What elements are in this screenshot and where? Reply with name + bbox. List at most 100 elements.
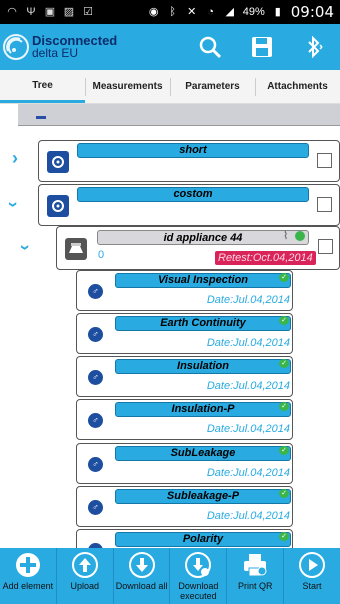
image-icon: ▨ — [63, 6, 75, 18]
app-logo-icon — [3, 34, 29, 60]
retest-date: Retest:Oct.04,2014 — [215, 251, 316, 265]
mute-icon: ✕ — [187, 6, 197, 18]
node-checkbox[interactable] — [317, 153, 332, 168]
tab-measurements[interactable]: Measurements — [85, 70, 170, 103]
wifi-icon: ◠ — [7, 6, 17, 18]
pass-icon: ✓ — [279, 316, 289, 325]
test-item[interactable]: ♂ SubLeakage ✓ Date:Jul.04,2014 — [76, 443, 293, 484]
tree-view[interactable]: › short › costom › id appliance 44 ⌇ 0 R… — [0, 104, 340, 548]
paperclip-icon: ⌇ — [283, 230, 289, 242]
appliance-icon — [65, 238, 87, 260]
test-name: Polarity — [115, 532, 291, 547]
test-item[interactable]: ♂ Insulation ✓ Date:Jul.04,2014 — [76, 356, 293, 397]
test-name: SubLeakage — [115, 446, 291, 461]
play-icon — [299, 552, 326, 578]
test-type-icon: ♂ — [88, 457, 103, 472]
pass-icon: ✓ — [279, 402, 289, 411]
parent-node-strip[interactable] — [18, 104, 340, 126]
download-executed-icon — [185, 552, 212, 578]
bottom-toolbar: Add element Upload Download all Download… — [0, 548, 340, 604]
test-item[interactable]: ♂ Insulation-P ✓ Date:Jul.04,2014 — [76, 399, 293, 440]
pass-icon: ✓ — [279, 446, 289, 455]
test-name: Subleakage-P — [115, 489, 291, 504]
test-name: Insulation-P — [115, 402, 291, 417]
upload-arrow-icon — [71, 552, 98, 578]
chevron-down-icon[interactable]: › — [3, 202, 24, 208]
status-ok-icon — [295, 231, 305, 241]
pass-icon: ✓ — [279, 532, 289, 541]
battery-percent: 49% — [242, 6, 265, 18]
bluetooth-icon: ᛒ — [169, 6, 177, 18]
usb-icon: Ψ — [26, 6, 36, 18]
instrument-name: delta EU — [32, 46, 79, 60]
start-button[interactable]: Start — [284, 548, 340, 604]
test-name: Visual Inspection — [115, 273, 291, 288]
eye-icon: ◉ — [148, 6, 159, 18]
test-date: Date:Jul.04,2014 — [206, 294, 290, 306]
chevron-down-icon[interactable]: › — [15, 245, 36, 251]
test-name: Earth Continuity — [115, 316, 291, 331]
status-bar: ◠ Ψ ▣ ▨ ☑ ◉ ᛒ ✕ ◔ ◢ 49% ▮ 09:04 — [0, 0, 340, 24]
tab-parameters[interactable]: Parameters — [170, 70, 255, 103]
chevron-right-icon[interactable]: › — [12, 148, 18, 169]
checkbox-icon: ☑ — [83, 6, 93, 18]
print-qr-button[interactable]: Print QR — [227, 548, 285, 604]
test-type-icon: ♂ — [88, 327, 103, 342]
test-item[interactable]: ♂ Visual Inspection ✓ Date:Jul.04,2014 — [76, 270, 293, 311]
test-item[interactable]: ♂ Polarity ✓ — [76, 529, 293, 548]
app-root: ◠ Ψ ▣ ▨ ☑ ◉ ᛒ ✕ ◔ ◢ 49% ▮ 09:04 Disconne… — [0, 0, 340, 604]
test-type-icon: ♂ — [88, 284, 103, 299]
download-all-button[interactable]: Download all — [114, 548, 171, 604]
test-item[interactable]: ♂ Earth Continuity ✓ Date:Jul.04,2014 — [76, 313, 293, 354]
test-type-icon: ♂ — [88, 370, 103, 385]
appliance-label: id appliance 44 — [97, 230, 309, 245]
tree-node-costom[interactable]: costom — [38, 184, 340, 226]
search-icon — [199, 36, 222, 59]
test-type-icon: ♂ — [88, 413, 103, 428]
search-button[interactable] — [184, 24, 236, 70]
tab-bar: Tree Measurements Parameters Attachments — [0, 70, 340, 104]
system-icons: ◉ ᛒ ✕ ◔ ◢ 49% ▮ 09:04 — [148, 3, 334, 21]
upload-button[interactable]: Upload — [57, 548, 114, 604]
test-name: Insulation — [115, 359, 291, 374]
action-bar: Disconnected delta EU — [0, 24, 340, 70]
download-arrow-icon — [128, 552, 155, 578]
battery-icon: ▮ — [274, 6, 281, 18]
test-date: Date:Jul.04,2014 — [206, 423, 290, 435]
test-date: Date:Jul.04,2014 — [206, 337, 290, 349]
tree-node-short[interactable]: short — [38, 140, 340, 182]
download-executed-button[interactable]: Download executed — [170, 548, 228, 604]
app-title: Disconnected delta EU — [32, 34, 117, 60]
node-label: costom — [77, 187, 309, 202]
node-marker — [36, 116, 46, 119]
bluetooth-icon — [308, 36, 323, 58]
clock: 09:04 — [290, 3, 334, 21]
wifi-signal-icon: ◔ — [207, 6, 215, 18]
test-date: Date:Jul.04,2014 — [206, 467, 290, 479]
excel-icon: ▣ — [44, 6, 56, 18]
pass-icon: ✓ — [279, 273, 289, 282]
test-item[interactable]: ♂ Subleakage-P ✓ Date:Jul.04,2014 — [76, 486, 293, 527]
notification-icons: ◠ Ψ ▣ ▨ ☑ — [6, 6, 94, 18]
pass-icon: ✓ — [279, 489, 289, 498]
test-date: Date:Jul.04,2014 — [206, 510, 290, 522]
test-type-icon: ♂ — [88, 500, 103, 515]
test-date: Date:Jul.04,2014 — [206, 380, 290, 392]
node-type-icon — [47, 195, 69, 217]
add-element-button[interactable]: Add element — [0, 548, 57, 604]
node-type-icon — [47, 151, 69, 173]
tab-attachments[interactable]: Attachments — [255, 70, 340, 103]
appliance-checkbox[interactable] — [318, 239, 333, 254]
appliance-node[interactable]: id appliance 44 ⌇ 0 Retest:Oct.04,2014 — [56, 226, 340, 270]
bluetooth-button[interactable] — [288, 24, 340, 70]
node-label: short — [77, 143, 309, 158]
save-button[interactable] — [236, 24, 288, 70]
pass-icon: ✓ — [279, 359, 289, 368]
save-icon — [252, 37, 272, 57]
appliance-count: 0 — [98, 249, 105, 261]
tab-tree[interactable]: Tree — [0, 70, 85, 103]
cell-signal-icon: ◢ — [225, 6, 234, 18]
node-checkbox[interactable] — [317, 197, 332, 212]
printer-icon — [244, 554, 267, 577]
plus-circle-icon — [15, 553, 40, 577]
